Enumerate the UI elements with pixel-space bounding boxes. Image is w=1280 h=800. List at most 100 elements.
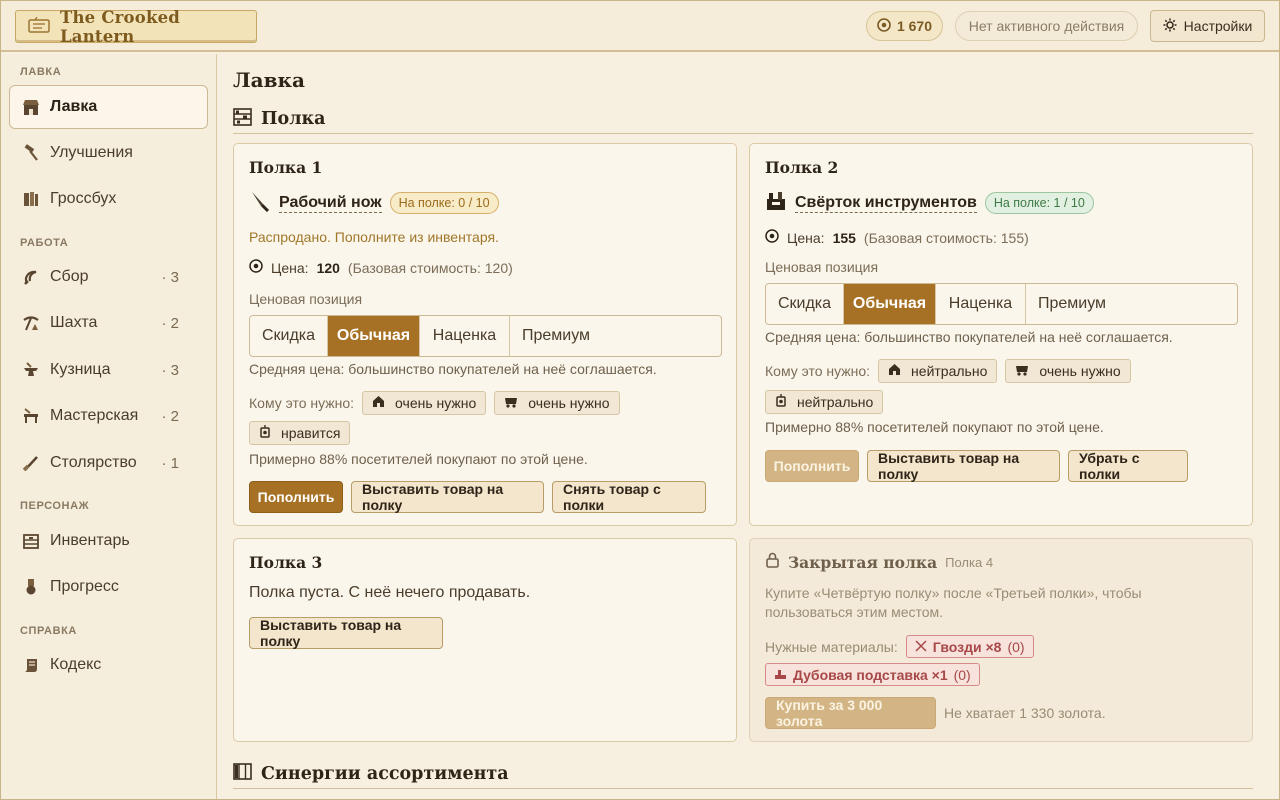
sidebar-item-count: · 1 (161, 454, 179, 472)
shelf-item-row: Рабочий нож На полке: 0 / 10 (249, 190, 499, 216)
sidebar-section-shop: ЛАВКА (20, 66, 62, 78)
sidebar-section-character: ПЕРСОНАЖ (20, 500, 90, 512)
material-have: (0) (1007, 638, 1025, 655)
settings-button[interactable]: Настройки (1150, 10, 1265, 42)
activity-status: Нет активного действия (955, 11, 1138, 41)
price-option-discount[interactable]: Скидка (766, 284, 844, 324)
place-item-button[interactable]: Выставить товар на полку (867, 450, 1060, 482)
medal-icon (22, 578, 40, 596)
sidebar-item-label: Инвентарь (50, 532, 130, 549)
price-value: 120 (316, 259, 340, 276)
who-needs-row: Кому это нужно: очень нужно очень нужно (249, 391, 620, 415)
crate-icon (233, 763, 252, 785)
sidebar-item-codex[interactable]: Кодекс (9, 643, 208, 687)
who-needs-label: Кому это нужно: (249, 395, 355, 411)
who-needs-row-2: нравится (249, 421, 351, 445)
shelf-title: Полка 3 (249, 553, 323, 572)
locked-shelf-title: Закрытая полка (788, 552, 938, 572)
demand-text: нравится (281, 425, 341, 441)
sidebar-item-forge[interactable]: Кузница · 3 (9, 348, 208, 392)
settings-label: Настройки (1183, 18, 1253, 34)
remove-item-button[interactable]: Снять товар с полки (552, 481, 706, 513)
toolkit-icon (765, 190, 787, 216)
shelf-title: Полка 2 (765, 158, 839, 177)
price-row: Цена: 120 (Базовая стоимость: 120) (249, 259, 513, 276)
item-name-link[interactable]: Свёрток инструментов (795, 194, 977, 213)
sidebar-item-label: Шахта (50, 314, 98, 331)
price-row: Цена: 155 (Базовая стоимость: 155) (765, 229, 1029, 246)
price-position-selector: Скидка Обычная Наценка Премиум (765, 283, 1238, 325)
shelf-title: Полка 1 (249, 158, 323, 177)
shop-icon (22, 98, 40, 116)
divider (233, 133, 1253, 134)
price-option-premium[interactable]: Премиум (510, 316, 721, 356)
sidebar-item-inventory[interactable]: Инвентарь (9, 519, 208, 563)
restock-button[interactable]: Пополнить (765, 450, 859, 482)
wagon-icon (504, 395, 518, 411)
price-option-normal[interactable]: Обычная (844, 284, 936, 324)
empty-shelf-text: Полка пуста. С неё нечего продавать. (249, 584, 531, 601)
place-item-button[interactable]: Выставить товар на полку (351, 481, 544, 513)
hammer-icon (22, 144, 40, 162)
demand-tag: очень нужно (494, 391, 620, 415)
demand-text: нейтрально (797, 394, 874, 410)
material-nails[interactable]: Гвозди ×8 (0) (905, 635, 1034, 658)
sidebar-item-upgrades[interactable]: Улучшения (9, 131, 208, 175)
sidebar-item-workshop[interactable]: Мастерская · 2 (9, 394, 208, 438)
material-oak-stand[interactable]: Дубовая подставка ×1 (0) (765, 663, 980, 686)
sidebar-item-shop[interactable]: Лавка (9, 85, 208, 129)
pickaxe-icon (22, 314, 40, 332)
remove-item-button[interactable]: Убрать с полки (1068, 450, 1188, 482)
price-option-discount[interactable]: Скидка (250, 316, 328, 356)
sidebar-item-label: Кузница (50, 361, 111, 378)
demand-tag: очень нужно (1005, 359, 1131, 383)
price-option-markup[interactable]: Наценка (936, 284, 1026, 324)
stand-icon (774, 667, 787, 683)
gold-shortage-text: Не хватает 1 330 золота. (944, 705, 1106, 721)
demand-text: очень нужно (1039, 363, 1121, 379)
chisel-icon (22, 454, 40, 472)
page-title: Лавка (233, 68, 305, 92)
sidebar-item-progress[interactable]: Прогресс (9, 565, 208, 609)
demand-tag: нейтрально (878, 359, 998, 383)
who-needs-row-2: нейтрально (765, 390, 884, 414)
sidebar: ЛАВКА Лавка Улучшения Гроссбух РАБОТА Сб… (0, 54, 217, 800)
demand-text: очень нужно (395, 395, 477, 411)
section-heading-synergy: Синергии ассортимента (233, 761, 1253, 787)
buy-shelf-button[interactable]: Купить за 3 000 золота (765, 697, 936, 729)
price-label: Цена: (271, 259, 309, 276)
who-needs-row: Кому это нужно: нейтрально очень нужно (765, 359, 1131, 383)
anvil-icon (22, 361, 40, 379)
price-option-normal[interactable]: Обычная (328, 316, 420, 356)
price-position-selector: Скидка Обычная Наценка Премиум (249, 315, 722, 357)
price-option-markup[interactable]: Наценка (420, 316, 510, 356)
sickle-icon (22, 268, 40, 286)
gold-amount: 1 670 (896, 18, 933, 34)
sidebar-item-ledger[interactable]: Гроссбух (9, 177, 208, 221)
stock-badge: На полке: 1 / 10 (984, 192, 1094, 214)
scroll-icon (22, 656, 40, 674)
house-icon (888, 363, 901, 379)
sidebar-item-count: · 3 (161, 268, 179, 286)
stock-badge: На полке: 0 / 10 (389, 192, 499, 214)
sidebar-item-count: · 2 (161, 314, 179, 332)
demand-tag: очень нужно (362, 391, 487, 415)
inventory-icon (22, 532, 40, 550)
sidebar-item-label: Сбор (50, 268, 89, 285)
sidebar-item-mine[interactable]: Шахта · 2 (9, 301, 208, 345)
sidebar-item-gathering[interactable]: Сбор · 3 (9, 255, 208, 299)
section-title: Полка (261, 109, 326, 129)
restock-button[interactable]: Пополнить (249, 481, 343, 513)
item-name-link[interactable]: Рабочий нож (279, 194, 382, 213)
price-option-premium[interactable]: Премиум (1026, 284, 1237, 324)
house-icon (372, 395, 385, 411)
sidebar-item-label: Гроссбух (50, 190, 117, 207)
brand-logo[interactable]: The Crooked Lantern (15, 8, 257, 46)
shelf-card-1: Полка 1 Рабочий нож На полке: 0 / 10 Рас… (233, 143, 737, 526)
sidebar-item-label: Улучшения (50, 144, 133, 161)
locked-shelf-header: Закрытая полка Полка 4 (765, 552, 993, 572)
sidebar-item-carpentry[interactable]: Столярство · 1 (9, 441, 208, 485)
place-item-button[interactable]: Выставить товар на полку (249, 617, 443, 649)
base-price: (Базовая стоимость: 155) (863, 229, 1029, 246)
material-have: (0) (953, 666, 971, 683)
